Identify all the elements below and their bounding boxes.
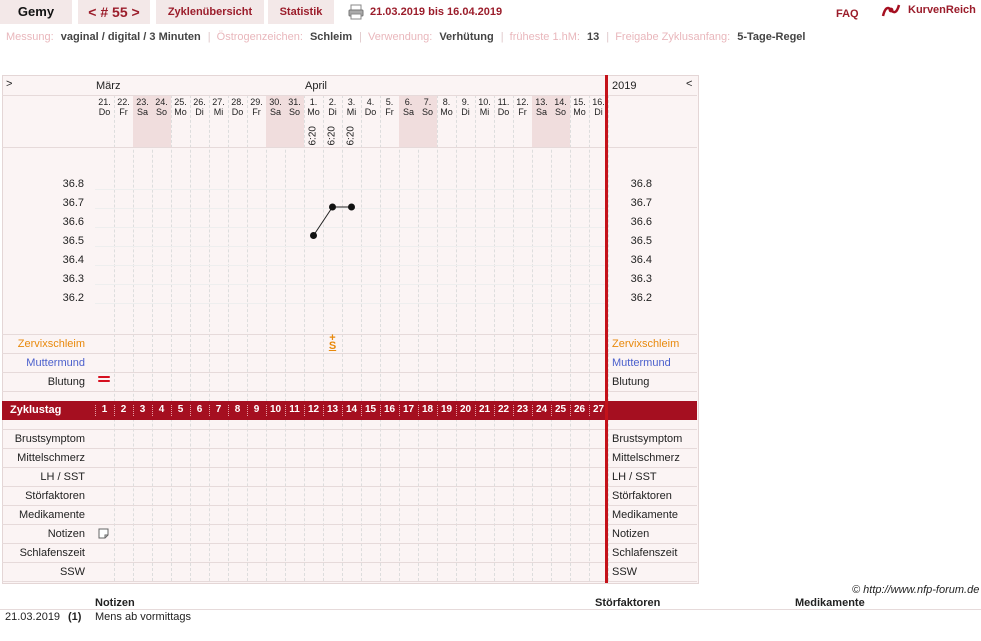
footer-row-note: Mens ab vormittags (95, 611, 191, 623)
row-label-left: Mittelschmerz (17, 452, 85, 464)
cycle-day-separator (570, 405, 571, 416)
row-label-left: SSW (59, 566, 85, 578)
cycle-day-number: 9 (253, 404, 260, 415)
cycle-day-separator (551, 405, 552, 416)
cycle-day-separator (437, 405, 438, 416)
row-label-right: SSW (612, 566, 638, 578)
cycle-day-separator (323, 405, 324, 416)
cycle-day-number: 2 (120, 404, 127, 415)
cycle-day-separator (133, 405, 134, 416)
temperature-point[interactable] (348, 203, 355, 211)
cycle-day-number: 4 (158, 404, 165, 415)
cycle-day-number: 7 (215, 404, 222, 415)
cycle-day-number: 13 (326, 404, 339, 415)
cycle-day-separator (304, 405, 305, 416)
row-label-right: Störfaktoren (612, 490, 672, 502)
cycle-day-number: 11 (289, 404, 300, 415)
row-label-left: Störfaktoren (25, 490, 85, 502)
cycle-day-label: Zyklustag (10, 404, 62, 416)
cycle-day-separator (380, 405, 381, 416)
temperature-point[interactable] (329, 203, 336, 211)
cycle-day-number: 5 (177, 404, 184, 415)
temperature-point[interactable] (310, 232, 317, 239)
cycle-day-number: 3 (139, 404, 146, 415)
cycle-day-number: 18 (421, 404, 434, 415)
temperature-plot (310, 203, 355, 239)
row-label-left: Zervixschleim (17, 338, 85, 350)
cycle-day-separator (456, 405, 457, 416)
cycle-day-separator (361, 405, 362, 416)
footer-row-date: 21.03.2019 (5, 611, 61, 623)
row-label-right: Notizen (612, 528, 650, 540)
footer-med-header: Medikamente (795, 597, 865, 609)
row-label-left: Medikamente (18, 509, 85, 521)
row-label-right: LH / SST (612, 471, 657, 483)
cycle-day-separator (399, 405, 400, 416)
footer-notes-header: Notizen (95, 597, 135, 609)
row-label-right: Mittelschmerz (612, 452, 680, 464)
cycle-day-number: 16 (383, 404, 396, 415)
cycle-day-separator (418, 405, 419, 416)
cycle-day-number: 20 (459, 404, 472, 415)
copyright: © http://www.nfp-forum.de (852, 584, 980, 596)
cycle-day-separator (247, 405, 248, 416)
cervix-mucus-mark[interactable]: + S (323, 333, 342, 352)
cycle-day-bar: Zyklustag 1 2 3 4 5 6 7 8 9 10 11 12 13 14 15 16 17 18 19 2… (2, 401, 697, 420)
cycle-day-separator (114, 405, 115, 416)
cycle-day-number: 19 (440, 404, 453, 415)
cycle-day-number: 25 (554, 404, 567, 415)
cycle-day-number: 17 (402, 404, 415, 415)
cycle-day-number: 26 (573, 404, 586, 415)
cycle-day-number: 8 (234, 404, 241, 415)
row-label-right: Medikamente (612, 509, 679, 521)
cycle-day-separator (342, 405, 343, 416)
cycle-day-number: 21 (478, 404, 491, 415)
cycle-day-number: 15 (364, 404, 377, 415)
cycle-day-number: 6 (196, 404, 203, 415)
row-label-left: Muttermund (26, 357, 85, 369)
cycle-day-number: 24 (535, 404, 548, 415)
footer-row-num: (1) (68, 611, 82, 623)
cycle-day-separator (95, 405, 96, 416)
cycle-day-separator (190, 405, 191, 416)
note-icon[interactable] (98, 528, 109, 542)
cycle-day-separator (475, 405, 476, 416)
cycle-day-separator (171, 405, 172, 416)
cycle-day-separator (266, 405, 267, 416)
row-label-right: Blutung (612, 376, 650, 388)
bleeding-mark-icon[interactable] (98, 376, 110, 383)
row-label-left: LH / SST (40, 471, 85, 483)
cycle-day-separator (228, 405, 229, 416)
row-label-left: Notizen (47, 528, 85, 540)
cycle-day-separator (152, 405, 153, 416)
row-label-left: Blutung (47, 376, 85, 388)
cycle-day-separator (209, 405, 210, 416)
footer-divider (0, 609, 981, 610)
footer-disturb-header: Störfaktoren (595, 597, 661, 609)
cycle-day-number: 10 (269, 404, 282, 415)
row-label-right: Schlafenszeit (612, 547, 678, 559)
cycle-day-separator (589, 405, 590, 416)
cycle-day-number: 1 (101, 404, 108, 415)
cycle-day-separator (513, 405, 514, 416)
cycle-day-separator (285, 405, 286, 416)
cycle-day-number: 12 (307, 404, 320, 415)
chart-end-marker (605, 75, 608, 583)
row-label-right: Brustsymptom (612, 433, 683, 445)
row-label-right: Zervixschleim (612, 338, 680, 350)
cycle-day-number: 23 (516, 404, 529, 415)
temperature-line (313, 206, 352, 236)
row-label-left: Schlafenszeit (19, 547, 85, 559)
cycle-day-number: 14 (345, 404, 358, 415)
row-label-left: Brustsymptom (14, 433, 85, 445)
cycle-day-separator (532, 405, 533, 416)
cervix-mark-s: S (328, 340, 337, 352)
cycle-day-number: 22 (497, 404, 510, 415)
cycle-day-separator (494, 405, 495, 416)
row-label-right: Muttermund (612, 357, 671, 369)
